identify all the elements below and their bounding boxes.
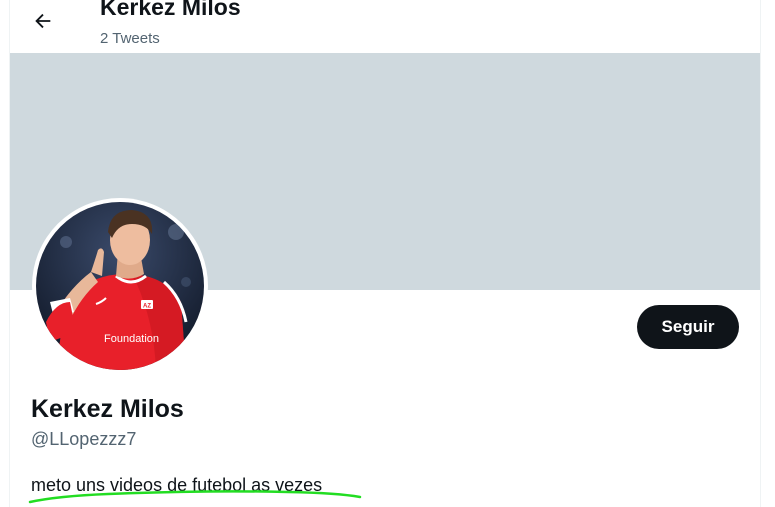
header-title: Kerkez Milos xyxy=(100,0,241,20)
avatar-photo: AZ Foundation xyxy=(36,202,204,370)
profile-header-bar: Kerkez Milos 2 Tweets xyxy=(10,0,760,53)
jersey-sponsor: Foundation xyxy=(104,333,159,345)
profile-column: Kerkez Milos 2 Tweets AZ Foundation Segu… xyxy=(9,0,761,507)
back-button[interactable] xyxy=(24,2,62,40)
follow-button[interactable]: Seguir xyxy=(637,305,739,349)
profile-avatar[interactable]: AZ Foundation xyxy=(36,202,204,370)
profile-handle: @LLopezzz7 xyxy=(31,429,137,449)
profile-display-name: Kerkez Milos xyxy=(31,395,184,423)
arrow-left-icon xyxy=(35,13,51,29)
profile-bio: meto uns videos de futebol as vezes xyxy=(31,475,323,495)
club-badge: AZ xyxy=(143,304,151,310)
avatar-border: AZ Foundation xyxy=(32,198,208,374)
tweet-count: 2 Tweets xyxy=(100,30,160,47)
